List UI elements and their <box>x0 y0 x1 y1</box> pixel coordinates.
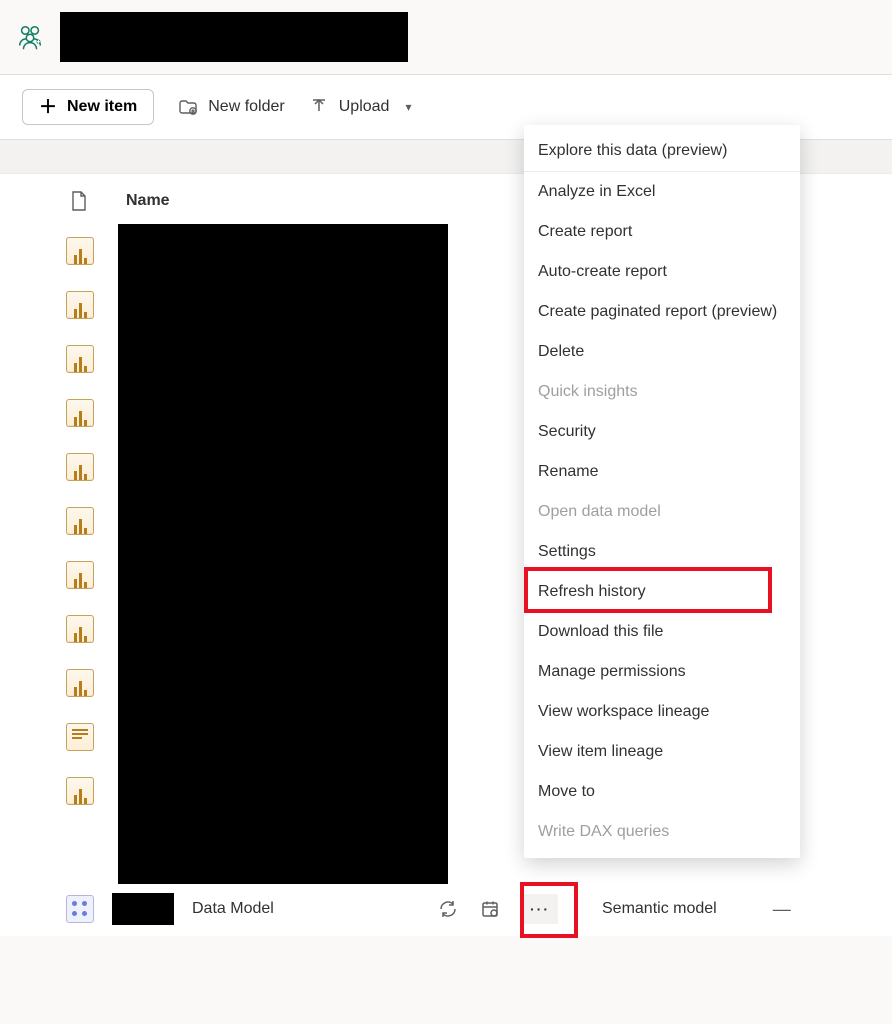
item-names-redacted <box>118 224 448 884</box>
item-context-menu: Explore this data (preview) Analyze in E… <box>524 125 800 858</box>
report-icon <box>66 507 94 535</box>
folder-add-icon <box>178 97 198 117</box>
menu-manage-permissions[interactable]: Manage permissions <box>524 652 800 692</box>
report-icon <box>66 237 94 265</box>
upload-label: Upload <box>339 98 390 116</box>
menu-settings[interactable]: Settings <box>524 532 800 572</box>
plus-icon: ＋ <box>39 98 57 116</box>
refresh-now-button[interactable] <box>438 899 458 919</box>
menu-rename[interactable]: Rename <box>524 452 800 492</box>
item-refreshed-value: — <box>773 899 791 920</box>
report-icon <box>66 777 94 805</box>
menu-write-dax-queries: Write DAX queries <box>524 812 800 852</box>
report-icon <box>66 561 94 589</box>
item-name-prefix-redacted <box>112 893 174 925</box>
menu-explore-this-data[interactable]: Explore this data (preview) <box>524 131 800 172</box>
ellipsis-icon: ··· <box>530 901 550 917</box>
menu-open-data-model: Open data model <box>524 492 800 532</box>
item-type-label: Semantic model <box>602 900 717 918</box>
upload-icon <box>309 97 329 117</box>
workspace-header <box>0 0 892 75</box>
menu-analyze-in-excel[interactable]: Analyze in Excel <box>524 172 800 212</box>
paginated-report-icon <box>66 723 94 751</box>
menu-move-to[interactable]: Move to <box>524 772 800 812</box>
report-icon <box>66 345 94 373</box>
new-folder-label: New folder <box>208 98 284 116</box>
menu-auto-create-report[interactable]: Auto-create report <box>524 252 800 292</box>
row-actions: ··· Semantic model — <box>438 894 791 924</box>
list-item-active[interactable]: Data Model ··· <box>0 882 892 936</box>
semantic-model-icon <box>66 895 94 923</box>
new-folder-button[interactable]: New folder <box>178 97 284 117</box>
menu-view-item-lineage[interactable]: View item lineage <box>524 732 800 772</box>
upload-button[interactable]: Upload ▾ <box>309 97 412 117</box>
report-icon <box>66 399 94 427</box>
menu-refresh-history[interactable]: Refresh history <box>524 572 800 612</box>
menu-create-paginated-report[interactable]: Create paginated report (preview) <box>524 292 800 332</box>
workspace-name-redacted <box>60 12 408 62</box>
schedule-refresh-button[interactable] <box>480 899 500 919</box>
new-item-label: New item <box>67 98 137 116</box>
menu-security[interactable]: Security <box>524 412 800 452</box>
menu-create-report[interactable]: Create report <box>524 212 800 252</box>
menu-view-workspace-lineage[interactable]: View workspace lineage <box>524 692 800 732</box>
new-item-button[interactable]: ＋ New item <box>22 89 154 125</box>
menu-download-this-file[interactable]: Download this file <box>524 612 800 652</box>
file-icon <box>70 190 88 212</box>
chevron-down-icon: ▾ <box>405 100 411 114</box>
workspace-icon <box>14 21 46 53</box>
menu-quick-insights: Quick insights <box>524 372 800 412</box>
column-name-header[interactable]: Name <box>126 192 170 210</box>
item-name: Data Model <box>192 900 274 918</box>
menu-delete[interactable]: Delete <box>524 332 800 372</box>
report-icon <box>66 615 94 643</box>
report-icon <box>66 453 94 481</box>
report-icon <box>66 669 94 697</box>
report-icon <box>66 291 94 319</box>
more-options-button[interactable]: ··· <box>522 894 558 924</box>
